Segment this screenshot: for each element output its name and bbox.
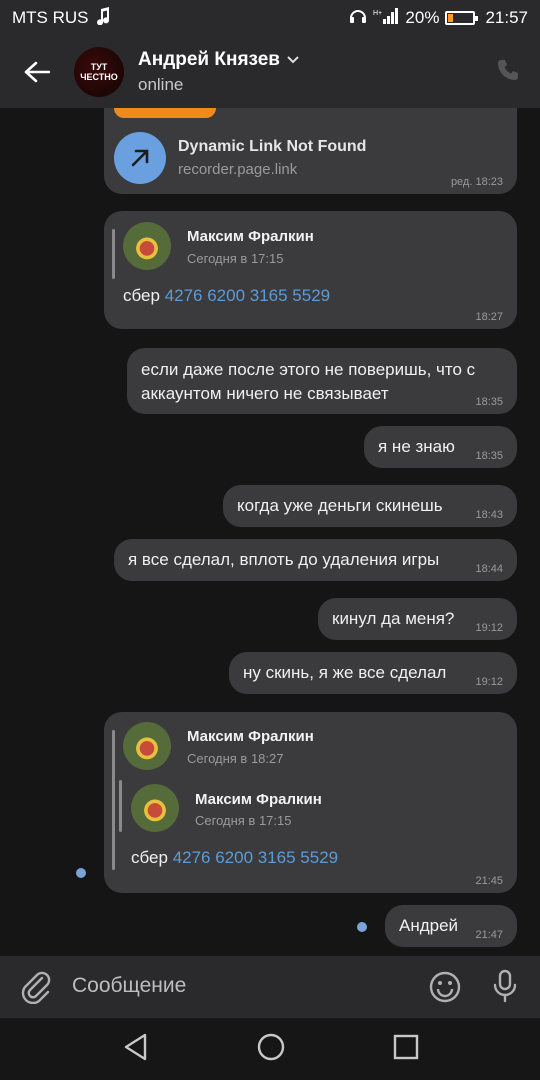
- message-text: сбер 4276 6200 3165 5529: [131, 846, 338, 870]
- attach-button[interactable]: [20, 970, 52, 1009]
- message-time: 18:43: [475, 509, 503, 521]
- chat-header: ТУТ ЧЕСТНО Андрей Князев online: [0, 36, 540, 108]
- music-note-icon: [95, 6, 111, 30]
- message-text: кинул да меня?: [332, 609, 455, 628]
- emoji-button[interactable]: [428, 970, 462, 1009]
- forwarded-message[interactable]: Максим Фралкин Сегодня в 17:15 сбер 4276…: [104, 211, 517, 329]
- sender-avatar[interactable]: [123, 222, 171, 270]
- forwarded-sender-name[interactable]: Максим Фралкин: [187, 228, 314, 245]
- message-text: сбер 4276 6200 3165 5529: [123, 284, 330, 308]
- circle-home-icon: [257, 1033, 285, 1061]
- forwarded-date: Сегодня в 17:15: [187, 251, 284, 266]
- preview-image-strip: [114, 108, 216, 118]
- message-bubble[interactable]: если даже после этого не поверишь, что с…: [127, 348, 517, 414]
- message-time: 18:35: [475, 450, 503, 462]
- voice-record-button[interactable]: [490, 968, 520, 1009]
- message-text: когда уже деньги скинешь: [237, 496, 443, 515]
- clock: 21:57: [485, 8, 528, 27]
- nested-forwarded-sender-name[interactable]: Максим Фралкин: [195, 791, 322, 808]
- contact-status: online: [138, 75, 184, 94]
- message-text-prefix: сбер: [131, 848, 173, 867]
- carrier-label: MTS RUS: [12, 8, 89, 27]
- sender-avatar[interactable]: [123, 722, 171, 770]
- battery-level: [448, 14, 454, 22]
- message-bubble[interactable]: я все сделал, вплоть до удаления игры 18…: [114, 539, 517, 581]
- message-bubble[interactable]: когда уже деньги скинешь 18:43: [223, 485, 517, 527]
- svg-text:H+: H+: [373, 10, 382, 17]
- paperclip-icon: [21, 971, 51, 1005]
- avatar-logo-text-1: ТУТ: [90, 62, 108, 72]
- phone-icon: [498, 60, 518, 80]
- message-time: 19:12: [475, 676, 503, 688]
- triangle-back-icon: [124, 1033, 147, 1061]
- avatar-logo-text-2: ЧЕСТНО: [80, 72, 118, 82]
- chat-area[interactable]: Dynamic Link Not Found recorder.page.lin…: [0, 108, 540, 956]
- contact-info[interactable]: Андрей Князев online: [138, 49, 300, 95]
- nested-sender-avatar[interactable]: [131, 784, 179, 832]
- message-input-bar: Сообщение: [0, 956, 540, 1018]
- back-button[interactable]: [0, 36, 74, 108]
- microphone-icon: [493, 969, 517, 1003]
- message-time: ред. 18:23: [450, 176, 503, 188]
- nested-forwarded-date: Сегодня в 17:15: [195, 813, 292, 828]
- forwarded-sender-name[interactable]: Максим Фралкин: [187, 728, 314, 745]
- message-text-prefix: сбер: [123, 286, 165, 305]
- link-icon-circle[interactable]: [114, 132, 166, 184]
- link-title[interactable]: Dynamic Link Not Found: [178, 138, 366, 156]
- nav-home-button[interactable]: [256, 1032, 286, 1067]
- link-preview-message[interactable]: Dynamic Link Not Found recorder.page.lin…: [104, 108, 517, 194]
- chevron-down-icon: [286, 49, 300, 71]
- nested-forward-indicator-bar: [119, 780, 122, 832]
- message-bubble[interactable]: я не знаю 18:35: [364, 426, 517, 468]
- message-text: если даже после этого не поверишь, что с…: [141, 360, 476, 403]
- system-navigation-bar: [0, 1018, 540, 1080]
- message-time: 18:27: [475, 311, 503, 323]
- arrow-up-right-icon: [131, 149, 149, 167]
- message-time: 21:47: [475, 929, 503, 941]
- battery-percent: 20%: [405, 8, 440, 27]
- message-time: 21:45: [475, 875, 503, 887]
- message-bubble[interactable]: ну скинь, я же все сделал 19:12: [229, 652, 517, 694]
- square-recents-icon: [393, 1034, 419, 1060]
- message-bubble[interactable]: кинул да меня? 19:12: [318, 598, 517, 640]
- forward-indicator-bar: [112, 229, 115, 279]
- message-time: 18:35: [475, 396, 503, 408]
- message-time: 18:44: [475, 563, 503, 575]
- message-bubble[interactable]: Андрей 21:47: [385, 905, 517, 947]
- message-time: 19:12: [475, 622, 503, 634]
- smiley-icon: [429, 971, 461, 1003]
- phone-call-button[interactable]: [496, 58, 520, 87]
- forward-indicator-bar: [112, 730, 115, 870]
- message-text: ну скинь, я же все сделал: [243, 663, 447, 682]
- card-number-link[interactable]: 4276 6200 3165 5529: [173, 848, 338, 867]
- contact-avatar[interactable]: ТУТ ЧЕСТНО: [74, 47, 124, 97]
- headset-icon: [349, 7, 367, 30]
- forwarded-date: Сегодня в 18:27: [187, 751, 284, 766]
- status-bar: MTS RUS H+ 20% 21:57: [0, 0, 540, 36]
- battery-icon: [445, 11, 479, 25]
- message-text: я все сделал, вплоть до удаления игры: [128, 550, 440, 569]
- nav-back-button[interactable]: [122, 1032, 150, 1067]
- unread-indicator: [76, 868, 86, 878]
- arrow-left-icon: [24, 61, 50, 83]
- link-domain[interactable]: recorder.page.link: [178, 161, 297, 178]
- unread-indicator: [357, 922, 367, 932]
- card-number-link[interactable]: 4276 6200 3165 5529: [165, 286, 330, 305]
- message-input[interactable]: Сообщение: [72, 974, 186, 998]
- contact-name: Андрей Князев: [138, 49, 280, 70]
- message-text: я не знаю: [378, 437, 455, 456]
- signal-icon: H+: [373, 7, 399, 30]
- forwarded-message[interactable]: Максим Фралкин Сегодня в 18:27 Максим Фр…: [104, 712, 517, 893]
- nav-recents-button[interactable]: [392, 1032, 420, 1067]
- message-text: Андрей: [399, 916, 459, 935]
